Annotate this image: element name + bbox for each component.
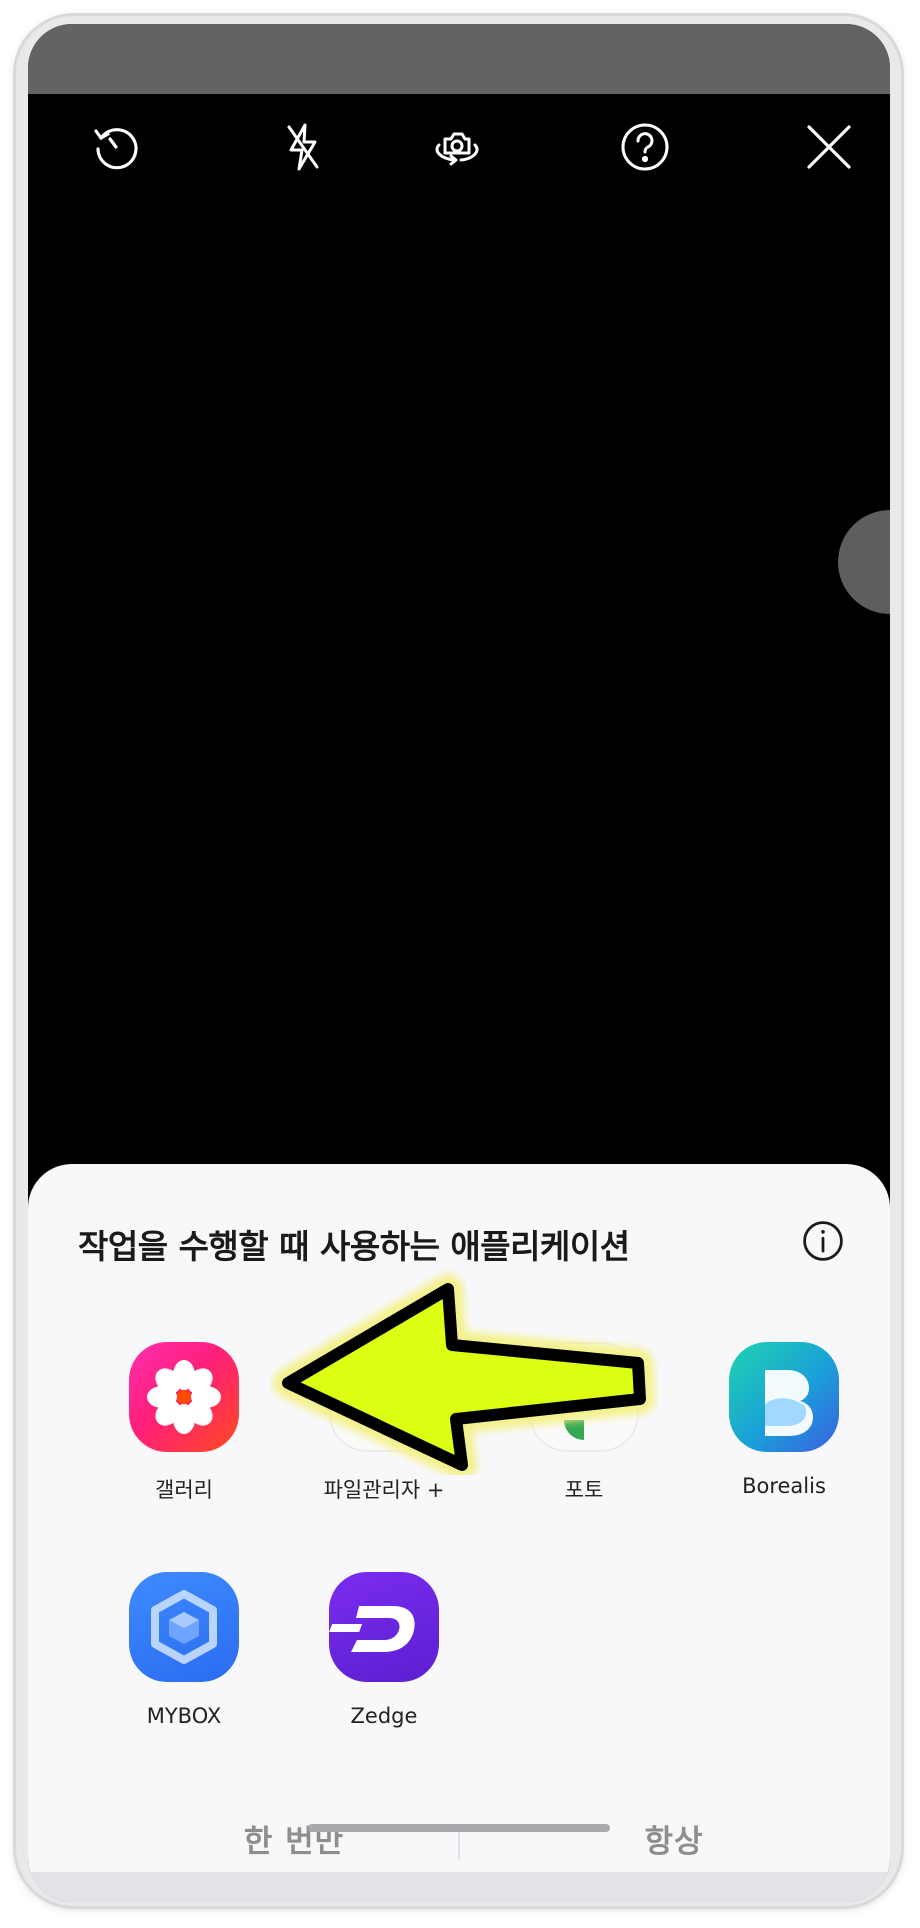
camera-toolbar	[28, 94, 890, 204]
app-mybox[interactable]: MYBOX	[84, 1572, 284, 1728]
app-zedge[interactable]: Zedge	[284, 1572, 484, 1728]
borealis-icon	[729, 1342, 839, 1452]
help-icon[interactable]	[610, 112, 680, 182]
app-label: Borealis	[742, 1474, 826, 1498]
status-bar	[28, 24, 890, 94]
camera-side-handle[interactable]	[838, 510, 890, 614]
phone-screen: 작업을 수행할 때 사용하는 애플리케이션 갤러리 파일관리자 + 포토 Bor…	[28, 24, 890, 1902]
annotation-arrow-icon	[273, 1274, 655, 1475]
zedge-icon	[329, 1572, 439, 1682]
app-label: Zedge	[350, 1704, 418, 1728]
app-label: MYBOX	[146, 1704, 222, 1728]
app-borealis[interactable]: Borealis	[684, 1342, 884, 1498]
navigation-bar	[28, 1872, 890, 1902]
flash-off-icon[interactable]	[268, 112, 338, 182]
app-gallery[interactable]: 갤러리	[84, 1342, 284, 1504]
mybox-icon	[129, 1572, 239, 1682]
switch-camera-icon[interactable]	[422, 112, 492, 182]
app-label: 포토	[564, 1478, 604, 1502]
gallery-icon	[129, 1342, 239, 1452]
info-icon[interactable]	[798, 1216, 848, 1266]
just-once-button[interactable]: 한 번만	[144, 1816, 444, 1861]
sheet-title: 작업을 수행할 때 사용하는 애플리케이션	[78, 1227, 630, 1266]
app-label: 갤러리	[155, 1478, 213, 1502]
app-label: 파일관리자 +	[323, 1478, 445, 1502]
always-button[interactable]: 항상	[524, 1816, 824, 1861]
close-icon[interactable]	[794, 112, 864, 182]
timer-icon[interactable]	[81, 112, 151, 182]
home-gesture-pill[interactable]	[308, 1824, 610, 1832]
